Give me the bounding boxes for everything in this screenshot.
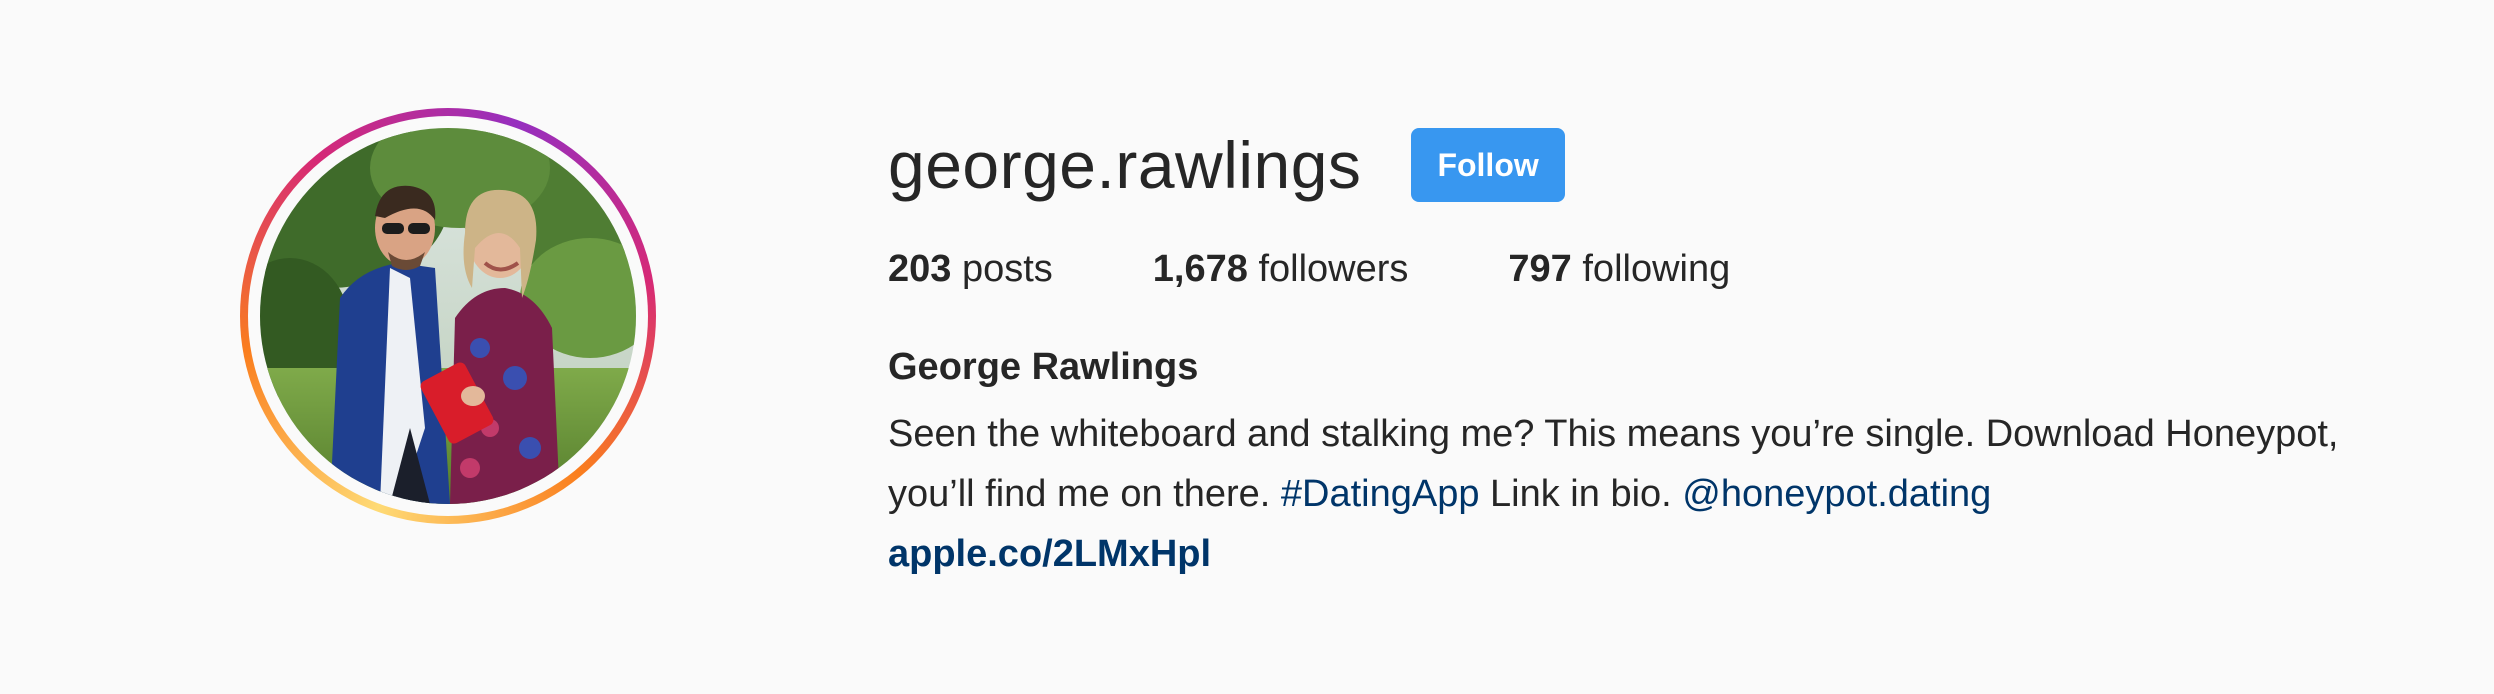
- followers-stat[interactable]: 1,678 followers: [1153, 250, 1409, 288]
- stats-row: 203 posts 1,678 followers 797 following: [888, 250, 2448, 288]
- following-label: following: [1582, 248, 1731, 290]
- bio-line-1: Seen the whiteboard and stalking me? Thi…: [888, 413, 2339, 455]
- avatar-photo: [260, 128, 636, 504]
- profile-info: george.rawlings Follow 203 posts 1,678 f…: [888, 120, 2448, 584]
- bio: Seen the whiteboard and stalking me? Thi…: [888, 404, 2448, 524]
- mention-link[interactable]: @honeypot.dating: [1682, 473, 1991, 515]
- bio-line-2-prefix: you’ll find me on there.: [888, 473, 1281, 515]
- bio-line-2-middle: Link in bio.: [1479, 473, 1683, 515]
- posts-label: posts: [961, 248, 1053, 290]
- follow-button[interactable]: Follow: [1411, 128, 1565, 202]
- hashtag-link[interactable]: #DatingApp: [1281, 473, 1480, 515]
- posts-stat: 203 posts: [888, 250, 1053, 288]
- following-count: 797: [1508, 248, 1572, 290]
- followers-count: 1,678: [1152, 248, 1248, 290]
- username: george.rawlings: [888, 128, 1362, 202]
- profile-header: george.rawlings Follow 203 posts 1,678 f…: [0, 0, 2494, 694]
- avatar[interactable]: [260, 128, 636, 504]
- followers-label: followers: [1258, 248, 1409, 290]
- posts-count: 203: [888, 248, 952, 290]
- website-link[interactable]: apple.co/2LMxHpl: [888, 524, 1211, 584]
- full-name: George Rawlings: [888, 346, 1199, 388]
- avatar-gap: [248, 116, 648, 516]
- username-row: george.rawlings Follow: [888, 120, 2448, 210]
- story-ring[interactable]: [240, 108, 656, 524]
- following-stat[interactable]: 797 following: [1508, 250, 1730, 288]
